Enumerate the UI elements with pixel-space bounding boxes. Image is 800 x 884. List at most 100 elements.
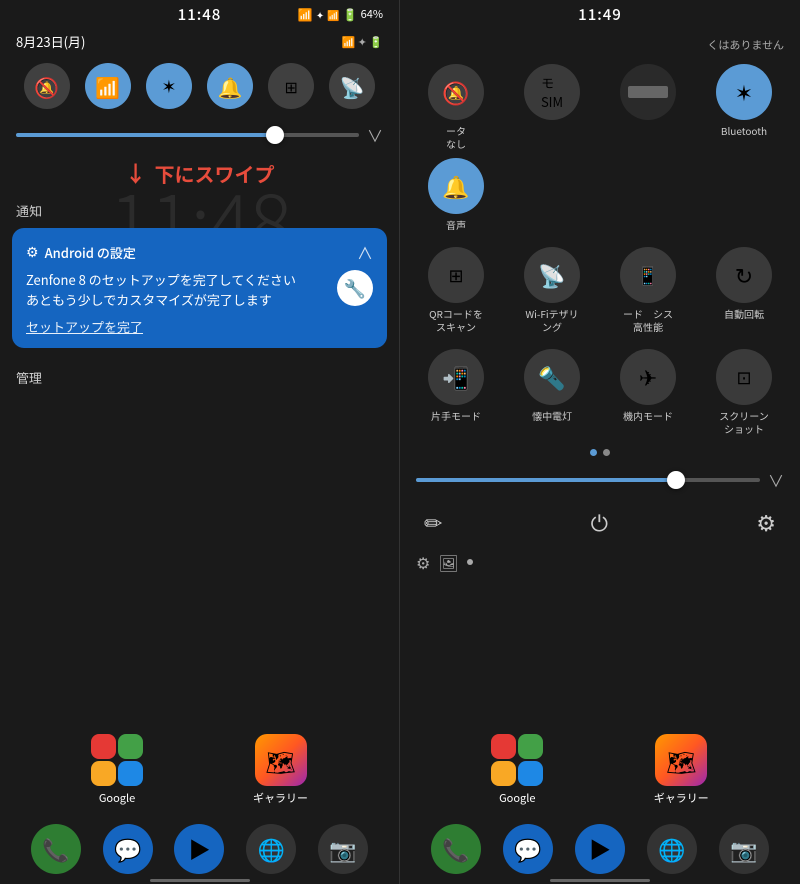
dock-play-right[interactable]: ▶ <box>575 824 625 874</box>
tile-sim[interactable]: モSIM <box>508 64 596 150</box>
google-dot-4 <box>118 761 143 786</box>
notification-card[interactable]: ⚙ Android の設定 ∧ Zenfone 8 のセットアップを完了してくだ… <box>12 228 387 348</box>
dock-camera[interactable]: 📷 <box>318 824 368 874</box>
tile-rotate[interactable]: ↻ 自動回転 <box>700 247 788 333</box>
tile-onehand-label: 片手モード <box>431 409 481 422</box>
right-panel: 11:49 くはありません 🔕 ータなし モSIM ✶ Bluetooth 🔔 … <box>400 0 800 884</box>
app-icons-row-left: Google 🗺 ギャラリー <box>20 726 379 814</box>
time-right: 11:49 <box>578 4 622 25</box>
tile-qr-icon: ⊞ <box>428 247 484 303</box>
brightness-slider-left[interactable] <box>16 133 359 137</box>
tile-sound[interactable]: 🔔 音声 <box>412 158 500 231</box>
toggle-cast[interactable]: 📡 <box>329 63 375 109</box>
swipe-instruction: ↓ 下にスワイプ <box>0 153 399 193</box>
notification-title: Zenfone 8 のセットアップを完了してください あともう少しでカスタマイズ… <box>26 270 373 309</box>
dock-chrome-right[interactable]: 🌐 <box>647 824 697 874</box>
status-bar-right: 11:49 <box>400 0 800 28</box>
brightness-thumb-right[interactable] <box>667 471 685 489</box>
no-network-text: くはありません <box>707 37 784 53</box>
tile-screenshot-label: スクリーンショット <box>719 409 769 435</box>
google-label-right: Google <box>499 790 535 806</box>
notification-label: 通知 <box>0 193 399 224</box>
notification-chevron[interactable]: ∧ <box>357 240 373 264</box>
gallery-icon-right: 🗺 <box>655 734 707 786</box>
tile-sound-label: 音声 <box>446 218 466 231</box>
tile-sound-icon: 🔔 <box>428 158 484 214</box>
status-icons-left: 📶 ✦ 📶 🔋 64% <box>298 6 383 23</box>
tile-airplane-icon: ✈ <box>620 349 676 405</box>
sim-icon: 📶 <box>298 6 313 23</box>
app-icons-row-right: Google 🗺 ギャラリー <box>420 726 780 814</box>
date-text: 8月23日(月) <box>16 32 85 51</box>
tile-screenshot-icon: ⊡ <box>716 349 772 405</box>
home-indicator-left <box>150 879 250 882</box>
home-indicator-right <box>550 879 650 882</box>
dock-camera-right[interactable]: 📷 <box>719 824 769 874</box>
google-group[interactable]: Google <box>91 734 143 806</box>
gallery-icon: 🗺 <box>255 734 307 786</box>
power-icon[interactable]: ⏻ <box>591 506 608 538</box>
left-panel: 11:48 📶 ✦ 📶 🔋 64% 8月23日(月) 📶 ✦ 🔋 🔕 📶 ✶ 🔔… <box>0 0 400 884</box>
dock-chrome[interactable]: 🌐 <box>246 824 296 874</box>
tile-data-label: ータなし <box>446 124 466 150</box>
qs-gear-icon: ⚙ <box>416 550 430 574</box>
toggle-silent[interactable]: 🔕 <box>24 63 70 109</box>
tile-data[interactable]: 🔕 ータなし <box>412 64 500 150</box>
tile-onehand[interactable]: 📲 片手モード <box>412 349 500 435</box>
battery-pct: 64% <box>361 6 383 22</box>
toggle-qr[interactable]: ⊞ <box>268 63 314 109</box>
page-dots <box>400 443 800 462</box>
toggle-bluetooth[interactable]: ✶ <box>146 63 192 109</box>
tile-hotspot-label: Wi-Fiテザリング <box>525 307 578 333</box>
notification-app-name: Android の設定 <box>45 243 136 262</box>
tile-qr-label: QRコードをスキャン <box>429 307 483 333</box>
tile-airplane-label: 機内モード <box>623 409 673 422</box>
brightness-thumb-left[interactable] <box>266 126 284 144</box>
brightness-slider-right[interactable] <box>416 478 760 482</box>
tile-performance[interactable]: 📱 ード シス高性能 <box>604 247 692 333</box>
gallery-label: ギャラリー <box>253 790 308 806</box>
quick-tiles-row3: 📲 片手モード 🔦 懐中電灯 ✈ 機内モード ⊡ スクリーンショット <box>400 341 800 443</box>
tile-screenshot[interactable]: ⊡ スクリーンショット <box>700 349 788 435</box>
dock-right: 📞 💬 ▶ 🌐 📷 <box>400 824 800 874</box>
dock-left: 📞 💬 ▶ 🌐 📷 <box>0 824 399 874</box>
notification-action[interactable]: セットアップを完了 <box>26 317 373 336</box>
tile-flashlight[interactable]: 🔦 懐中電灯 <box>508 349 596 435</box>
quick-tiles-row1: 🔕 ータなし モSIM ✶ Bluetooth 🔔 音声 <box>400 56 800 239</box>
tile-flashlight-icon: 🔦 <box>524 349 580 405</box>
google-dot-r1 <box>491 734 516 759</box>
toggle-bell[interactable]: 🔔 <box>207 63 253 109</box>
qs-icons-row: ⚙ 🖼 <box>400 546 800 578</box>
brightness-row-right: ∨ <box>400 462 800 498</box>
tile-qr[interactable]: ⊞ QRコードをスキャン <box>412 247 500 333</box>
tile-bluetooth[interactable]: ✶ Bluetooth <box>700 64 788 150</box>
gallery-group[interactable]: 🗺 ギャラリー <box>253 734 308 806</box>
brightness-expand-right[interactable]: ∨ <box>768 468 784 492</box>
tile-rotate-icon: ↻ <box>716 247 772 303</box>
settings-icon: ⚙ <box>26 242 39 262</box>
dock-phone-right[interactable]: 📞 <box>431 824 481 874</box>
toggle-wifi[interactable]: 📶 <box>85 63 131 109</box>
google-dot-1 <box>91 734 116 759</box>
edit-icon[interactable]: ✏ <box>424 506 442 538</box>
tile-performance-icon: 📱 <box>620 247 676 303</box>
tile-hotspot[interactable]: 📡 Wi-Fiテザリング <box>508 247 596 333</box>
google-dot-r2 <box>518 734 543 759</box>
qs-dot <box>467 559 473 565</box>
dock-message-right[interactable]: 💬 <box>503 824 553 874</box>
brightness-row-left: ∨ <box>0 117 399 153</box>
tile-performance-label: ード シス高性能 <box>623 307 673 333</box>
tile-blank[interactable] <box>604 64 692 150</box>
dock-play[interactable]: ▶ <box>174 824 224 874</box>
google-grid <box>91 734 143 786</box>
management-label: 管理 <box>0 352 399 395</box>
gallery-group-right[interactable]: 🗺 ギャラリー <box>654 734 709 806</box>
tile-airplane[interactable]: ✈ 機内モード <box>604 349 692 435</box>
google-group-right[interactable]: Google <box>491 734 543 806</box>
brightness-expand[interactable]: ∨ <box>367 123 383 147</box>
tile-data-icon: 🔕 <box>428 64 484 120</box>
settings-icon[interactable]: ⚙ <box>756 506 776 538</box>
dock-phone[interactable]: 📞 <box>31 824 81 874</box>
dock-message[interactable]: 💬 <box>103 824 153 874</box>
quick-toggles-left: 🔕 📶 ✶ 🔔 ⊞ 📡 <box>0 55 399 117</box>
